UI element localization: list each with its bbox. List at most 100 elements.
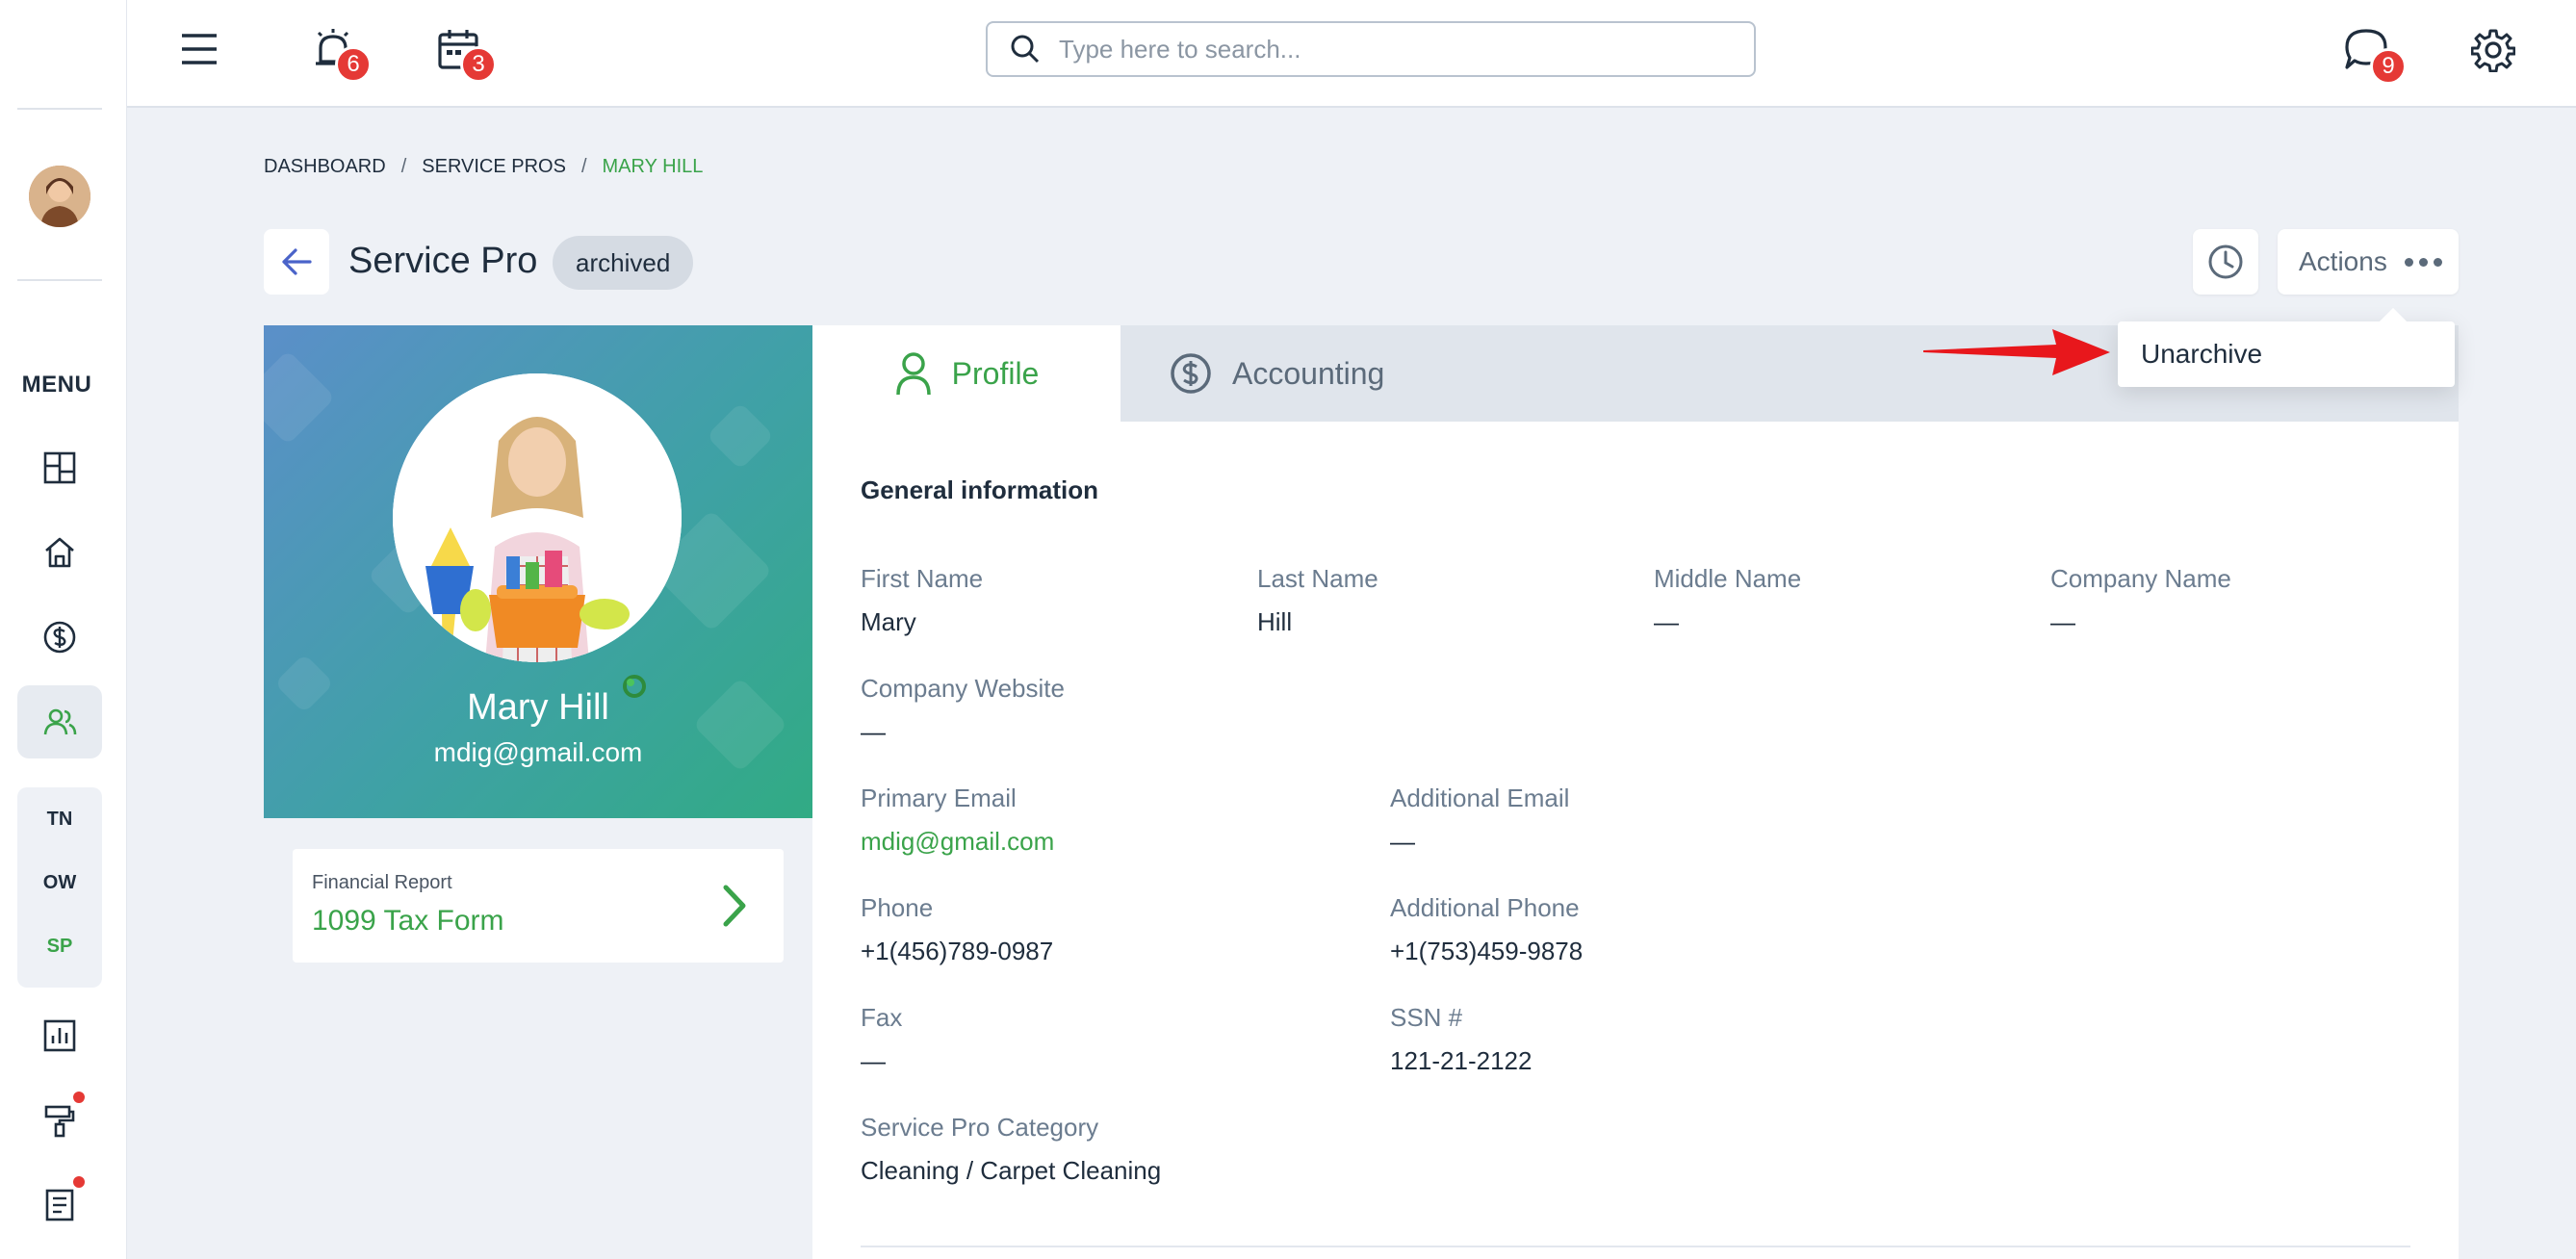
phone-value: +1(456)789-0987 xyxy=(861,937,1054,965)
service-pro-category-field: Service Pro Category Cleaning / Carpet C… xyxy=(861,1113,1161,1186)
company-name-value: — xyxy=(2050,607,2075,636)
settings-button[interactable] xyxy=(2466,23,2520,77)
breadcrumb: DASHBOARD / SERVICE PROS / MARY HILL xyxy=(264,156,703,178)
breadcrumb-separator: / xyxy=(400,156,407,177)
middle-name-field: Middle Name — xyxy=(1654,564,1801,637)
company-name-label: Company Name xyxy=(2050,564,2231,593)
chat-count-badge: 9 xyxy=(2370,48,2407,85)
more-dots-icon xyxy=(2404,257,2442,267)
phone-label: Phone xyxy=(861,893,934,922)
notification-dot xyxy=(73,1176,85,1188)
search-icon xyxy=(1011,35,1040,64)
breadcrumb-service-pros[interactable]: SERVICE PROS xyxy=(422,156,566,178)
middle-name-value: — xyxy=(1654,607,1679,636)
notification-dot xyxy=(73,1092,85,1103)
fax-field: Fax — xyxy=(861,1003,902,1076)
dashboard-icon xyxy=(43,451,76,484)
hamburger-icon xyxy=(182,34,217,64)
last-name-label: Last Name xyxy=(1257,564,1378,593)
alarm-button[interactable]: 6 xyxy=(304,21,372,83)
actions-button[interactable]: Actions xyxy=(2278,229,2459,295)
profile-photo xyxy=(393,373,682,662)
page-title: Service Pro xyxy=(348,241,538,281)
ssn-label: SSN # xyxy=(1390,1003,1463,1032)
primary-email-field: Primary Email mdig@gmail.com xyxy=(861,784,1054,857)
breadcrumb-separator: / xyxy=(580,156,587,177)
service-pro-category-label: Service Pro Category xyxy=(861,1113,1099,1142)
menu-label: MENU xyxy=(21,372,92,398)
financial-report-value: 1099 Tax Form xyxy=(312,905,504,937)
search-bar xyxy=(986,21,1756,77)
hamburger-menu-button[interactable] xyxy=(175,25,223,73)
chevron-right-icon xyxy=(723,885,746,927)
sidebar-item-dashboard[interactable] xyxy=(17,431,102,504)
sidebar-sub-item-tn[interactable]: TN xyxy=(17,809,102,831)
calendar-button[interactable]: 3 xyxy=(429,21,497,83)
additional-email-value: — xyxy=(1390,827,1415,856)
primary-email-link[interactable]: mdig@gmail.com xyxy=(861,827,1054,857)
profile-email: mdig@gmail.com xyxy=(433,737,643,767)
sidebar-item-users[interactable] xyxy=(17,685,102,758)
dollar-circle-icon xyxy=(43,621,76,654)
sidebar-item-home[interactable] xyxy=(17,516,102,589)
general-information-title: General information xyxy=(861,475,1099,504)
main-panel: Profile Accounting General information F… xyxy=(812,325,2459,1259)
gear-icon xyxy=(2471,29,2515,72)
calendar-count-badge: 3 xyxy=(460,46,497,83)
fax-label: Fax xyxy=(861,1003,903,1032)
company-name-field: Company Name — xyxy=(2050,564,2231,637)
last-name-value: Hill xyxy=(1257,607,1293,636)
background-decoration xyxy=(706,401,775,471)
tab-profile[interactable]: Profile xyxy=(812,325,1121,422)
user-avatar-image xyxy=(29,166,90,227)
sidebar-sub-item-ow[interactable]: OW xyxy=(17,872,102,894)
background-decoration xyxy=(264,349,336,446)
fax-value: — xyxy=(861,1046,886,1075)
breadcrumb-dashboard[interactable]: DASHBOARD xyxy=(264,156,386,178)
additional-email-label: Additional Email xyxy=(1390,784,1570,812)
document-icon xyxy=(45,1189,74,1221)
alarm-count-badge: 6 xyxy=(335,46,372,83)
financial-report-card[interactable]: Financial Report 1099 Tax Form xyxy=(293,849,784,963)
users-icon xyxy=(43,708,77,735)
additional-phone-label: Additional Phone xyxy=(1390,893,1580,922)
top-bar: 6 3 9 xyxy=(127,0,2576,108)
last-name-field: Last Name Hill xyxy=(1257,564,1378,637)
sidebar-item-accounting[interactable] xyxy=(17,601,102,674)
sidebar-subnav: TN OW SP xyxy=(17,787,102,988)
search-input[interactable] xyxy=(1059,34,1713,64)
chat-button[interactable]: 9 xyxy=(2337,21,2407,85)
sidebar-sub-item-sp[interactable]: SP xyxy=(17,936,102,958)
clock-icon xyxy=(2208,244,2243,279)
tab-accounting-label: Accounting xyxy=(1232,355,1385,391)
tab-accounting[interactable]: Accounting xyxy=(1169,325,1419,422)
profile-avatar xyxy=(393,373,682,662)
first-name-field: First Name Mary xyxy=(861,564,983,637)
actions-dropdown-menu: Unarchive xyxy=(2118,321,2455,387)
user-avatar[interactable] xyxy=(29,166,90,227)
primary-email-label: Primary Email xyxy=(861,784,1017,812)
sidebar-item-paint[interactable] xyxy=(17,1084,102,1157)
company-website-field: Company Website — xyxy=(861,674,1065,747)
ssn-field: SSN # 121-21-2122 xyxy=(1390,1003,1532,1076)
dollar-circle-icon xyxy=(1171,353,1211,394)
profile-card: Mary Hill mdig@gmail.com xyxy=(264,325,812,818)
paint-roller-icon xyxy=(44,1105,75,1138)
sidebar-item-documents[interactable] xyxy=(17,1169,102,1242)
sidebar-divider xyxy=(17,108,102,110)
profile-name: Mary Hill xyxy=(467,687,609,728)
sidebar-item-reports[interactable] xyxy=(17,999,102,1072)
actions-label: Actions xyxy=(2299,246,2387,276)
section-divider xyxy=(861,1246,2410,1247)
unarchive-menu-item[interactable]: Unarchive xyxy=(2141,339,2262,370)
service-pro-category-value: Cleaning / Carpet Cleaning xyxy=(861,1156,1162,1185)
sidebar-divider xyxy=(17,279,102,281)
financial-report-label: Financial Report xyxy=(312,872,452,893)
ssn-value: 121-21-2122 xyxy=(1390,1046,1533,1075)
first-name-value: Mary xyxy=(861,607,916,636)
back-button[interactable] xyxy=(264,229,329,295)
additional-email-field: Additional Email — xyxy=(1390,784,1569,857)
additional-phone-field: Additional Phone +1(753)459-9878 xyxy=(1390,893,1583,966)
history-button[interactable] xyxy=(2193,229,2258,295)
user-icon xyxy=(895,352,931,396)
